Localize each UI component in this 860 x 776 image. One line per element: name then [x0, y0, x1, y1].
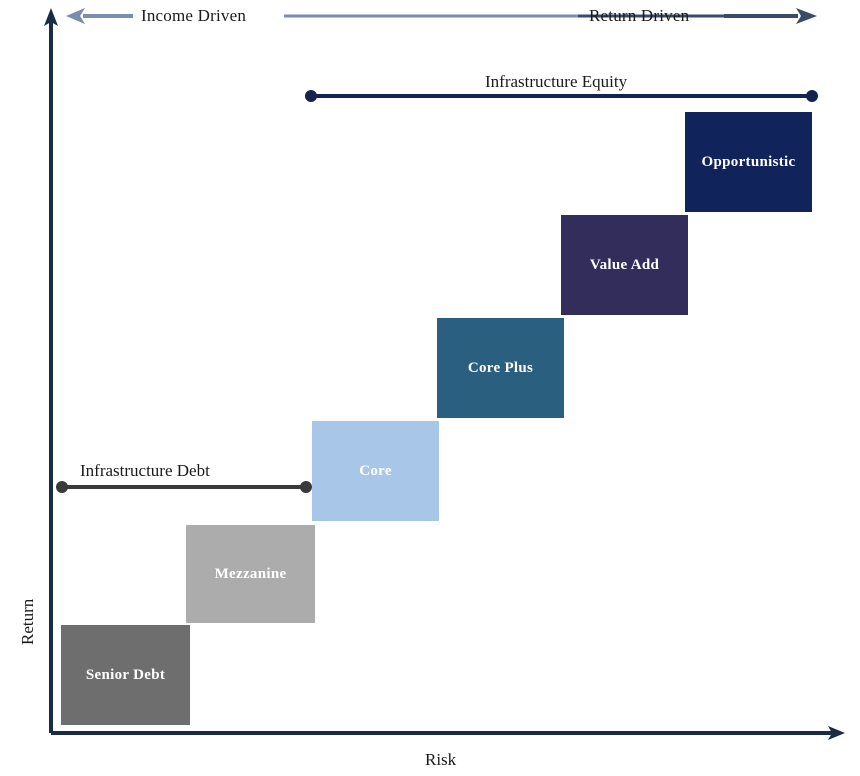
infrastructure-debt-label: Infrastructure Debt [80, 461, 210, 480]
risk-return-spectrum-chart: Income Driven Return Driven Infrastructu… [0, 0, 860, 776]
risk-box-core: Core [312, 421, 439, 521]
y-axis-title-wrapper: Return [12, 320, 37, 645]
risk-box-label: Core [359, 462, 392, 479]
x-axis-title: Risk [425, 750, 457, 769]
debt-bracket-dot-left-icon [56, 481, 68, 493]
risk-box-label: Core Plus [467, 359, 534, 376]
risk-box-opportunistic: Opportunistic [685, 112, 812, 212]
y-axis [44, 8, 58, 733]
risk-box-value-add: Value Add [561, 215, 688, 315]
x-axis [51, 726, 845, 740]
arrow-left-icon [66, 8, 85, 24]
risk-box-senior-debt: Senior Debt [61, 625, 190, 725]
equity-bracket-dot-right-icon [806, 90, 818, 102]
return-driven-label: Return Driven [589, 6, 690, 25]
risk-box-label: Value Add [589, 256, 660, 273]
income-driven-label: Income Driven [141, 6, 247, 25]
risk-box-label: Senior Debt [85, 666, 166, 683]
risk-box-label: Opportunistic [701, 153, 796, 170]
arrow-right-icon [796, 8, 817, 24]
debt-bracket-dot-right-icon [300, 481, 312, 493]
risk-box-core-plus: Core Plus [437, 318, 564, 418]
risk-box-label: Mezzanine [214, 565, 287, 582]
y-axis-title: Return [18, 598, 37, 645]
infrastructure-debt-bracket [56, 481, 312, 493]
equity-bracket-dot-left-icon [305, 90, 317, 102]
risk-box-mezzanine: Mezzanine [186, 525, 315, 623]
infrastructure-equity-label: Infrastructure Equity [485, 72, 628, 91]
